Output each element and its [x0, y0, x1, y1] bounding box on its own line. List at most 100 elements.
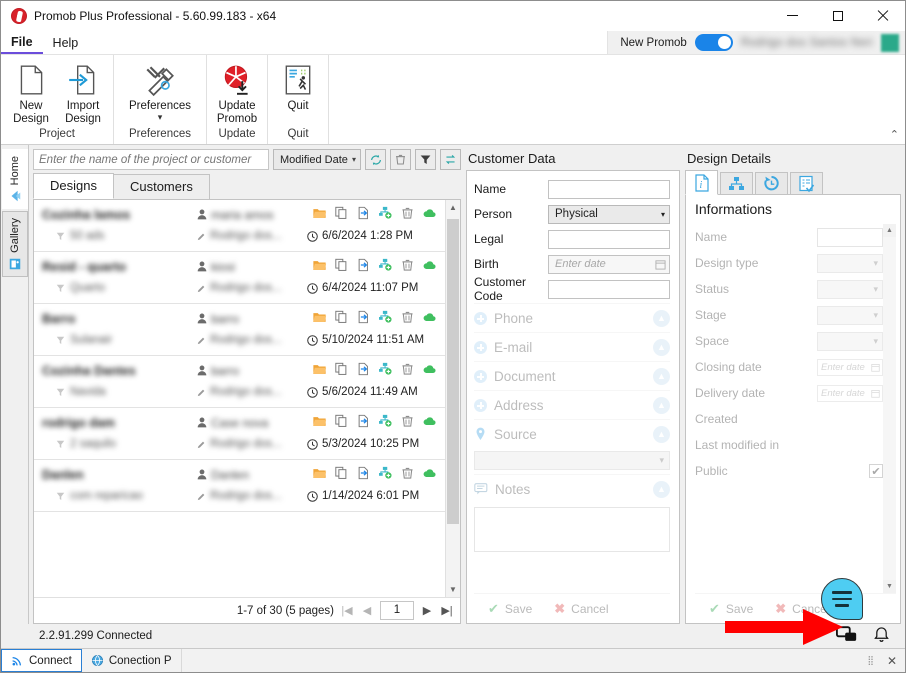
export-icon[interactable]	[356, 362, 371, 379]
prev-page-icon[interactable]: ◀	[360, 604, 374, 617]
copy-icon[interactable]	[334, 414, 349, 431]
ribbon-collapse-icon[interactable]: ⌃	[890, 128, 899, 141]
cloud-icon[interactable]	[422, 206, 437, 223]
page-number-input[interactable]: 1	[380, 601, 414, 620]
calendar-icon[interactable]	[655, 259, 666, 270]
plus-circle-icon[interactable]	[474, 369, 487, 383]
avatar[interactable]	[881, 33, 899, 52]
chevron-up-circle-icon[interactable]: ▲	[653, 480, 670, 498]
design-name-input[interactable]	[817, 227, 883, 247]
design-select[interactable]: ▾	[817, 331, 883, 351]
scroll-down-icon[interactable]: ▼	[883, 580, 896, 593]
calendar-icon[interactable]	[871, 363, 880, 372]
open-folder-icon[interactable]	[312, 206, 327, 223]
open-folder-icon[interactable]	[312, 466, 327, 483]
delete-icon[interactable]	[400, 258, 415, 275]
plus-circle-icon[interactable]	[474, 340, 487, 354]
design-details-scrollbar[interactable]: ▲ ▼	[883, 224, 896, 593]
last-page-icon[interactable]: ▶|	[440, 604, 454, 617]
share-icon[interactable]	[378, 466, 393, 483]
chevron-up-circle-icon[interactable]: ▲	[653, 338, 670, 356]
resize-grip-icon[interactable]: ⣿	[867, 655, 875, 666]
scrollbar-track[interactable]	[446, 215, 460, 582]
design-select[interactable]: ▾	[817, 253, 883, 273]
notification-bell-icon[interactable]	[874, 626, 889, 646]
refresh-icon[interactable]	[365, 149, 386, 170]
first-page-icon[interactable]: |◀	[340, 604, 354, 617]
cloud-icon[interactable]	[422, 258, 437, 275]
delete-icon[interactable]	[400, 310, 415, 327]
share-icon[interactable]	[378, 206, 393, 223]
open-folder-icon[interactable]	[312, 414, 327, 431]
scrollbar-track[interactable]	[883, 237, 896, 580]
design-select[interactable]: ▾	[817, 305, 883, 325]
copy-icon[interactable]	[334, 206, 349, 223]
table-row[interactable]: Resid - quarto kiosi Quarto Rodrigo dos.…	[34, 252, 445, 304]
table-row[interactable]: Barro barro Sulanair Rodrigo dos... 5/10…	[34, 304, 445, 356]
customer-section-e-mail[interactable]: E-mail ▲	[474, 332, 670, 361]
table-row[interactable]: Cozinha Dantes barro Navida Rodrigo dos.…	[34, 356, 445, 408]
customer-section-document[interactable]: Document ▲	[474, 361, 670, 390]
plus-circle-icon[interactable]	[474, 398, 487, 412]
design-select[interactable]: ▾	[817, 279, 883, 299]
copy-icon[interactable]	[334, 258, 349, 275]
customer-birth-date-input[interactable]: Enter date	[548, 254, 670, 274]
customer-section-phone[interactable]: Phone ▲	[474, 303, 670, 332]
export-icon[interactable]	[356, 414, 371, 431]
chevron-down-icon[interactable]: ▾	[158, 113, 163, 122]
sort-dropdown[interactable]: Modified Date ▾	[273, 149, 361, 170]
scroll-up-icon[interactable]: ▲	[883, 224, 896, 237]
filter-icon[interactable]	[415, 149, 436, 170]
cloud-icon[interactable]	[422, 310, 437, 327]
tab-history[interactable]	[755, 172, 788, 195]
copy-icon[interactable]	[334, 310, 349, 327]
cloud-icon[interactable]	[422, 362, 437, 379]
share-icon[interactable]	[378, 310, 393, 327]
customer-source-select[interactable]: ▾	[474, 451, 670, 470]
share-icon[interactable]	[378, 362, 393, 379]
customer-text-input[interactable]	[548, 279, 670, 299]
chevron-up-circle-icon[interactable]: ▲	[653, 425, 670, 443]
export-icon[interactable]	[356, 466, 371, 483]
open-folder-icon[interactable]	[312, 362, 327, 379]
customer-text-input[interactable]	[548, 229, 670, 249]
design-date-input[interactable]: Enter date	[817, 358, 883, 376]
customer-notes-textarea[interactable]	[474, 507, 670, 552]
minimize-icon[interactable]	[770, 1, 815, 31]
sidebar-item-home[interactable]: Home	[1, 149, 28, 210]
maximize-icon[interactable]	[815, 1, 860, 31]
customer-text-input[interactable]	[548, 179, 670, 199]
customer-section-source[interactable]: Source ▲	[474, 419, 670, 448]
scrollbar-thumb[interactable]	[447, 219, 459, 524]
tab-customers[interactable]: Customers	[112, 174, 210, 199]
tab-info[interactable]: i	[685, 170, 718, 195]
design-date-input[interactable]: Enter date	[817, 384, 883, 402]
swap-icon[interactable]	[440, 149, 461, 170]
delete-icon[interactable]	[400, 206, 415, 223]
chevron-up-circle-icon[interactable]: ▲	[653, 396, 670, 414]
copy-icon[interactable]	[334, 362, 349, 379]
update-promob-button[interactable]: Update Promob	[211, 59, 263, 126]
menu-item-help[interactable]: Help	[43, 31, 89, 54]
calendar-icon[interactable]	[871, 389, 880, 398]
customer-section-notes[interactable]: Notes ▲	[474, 474, 670, 503]
customer-cancel-button[interactable]: ✖ Cancel	[554, 601, 608, 617]
customer-person-select[interactable]: Physical ▾	[548, 204, 670, 224]
plus-circle-icon[interactable]	[474, 311, 487, 325]
search-input[interactable]	[33, 149, 269, 170]
menu-item-file[interactable]: File	[1, 31, 43, 54]
next-page-icon[interactable]: ▶	[420, 604, 434, 617]
tab-designs[interactable]: Designs	[33, 173, 114, 199]
taskbar-item-connect[interactable]: Connect	[1, 649, 82, 672]
export-icon[interactable]	[356, 206, 371, 223]
tab-checklist[interactable]	[790, 172, 823, 195]
table-row[interactable]: Cozinha lamos maria amos 50 ads Rodrigo …	[34, 200, 445, 252]
new-promob-toggle[interactable]	[694, 34, 733, 51]
delete-icon[interactable]	[400, 362, 415, 379]
taskbar-item-conection-p[interactable]: Conection P	[82, 649, 182, 672]
delete-icon[interactable]	[400, 414, 415, 431]
chevron-up-circle-icon[interactable]: ▲	[653, 367, 670, 385]
delete-icon[interactable]	[400, 466, 415, 483]
cloud-icon[interactable]	[422, 466, 437, 483]
scroll-down-icon[interactable]: ▼	[446, 582, 461, 597]
